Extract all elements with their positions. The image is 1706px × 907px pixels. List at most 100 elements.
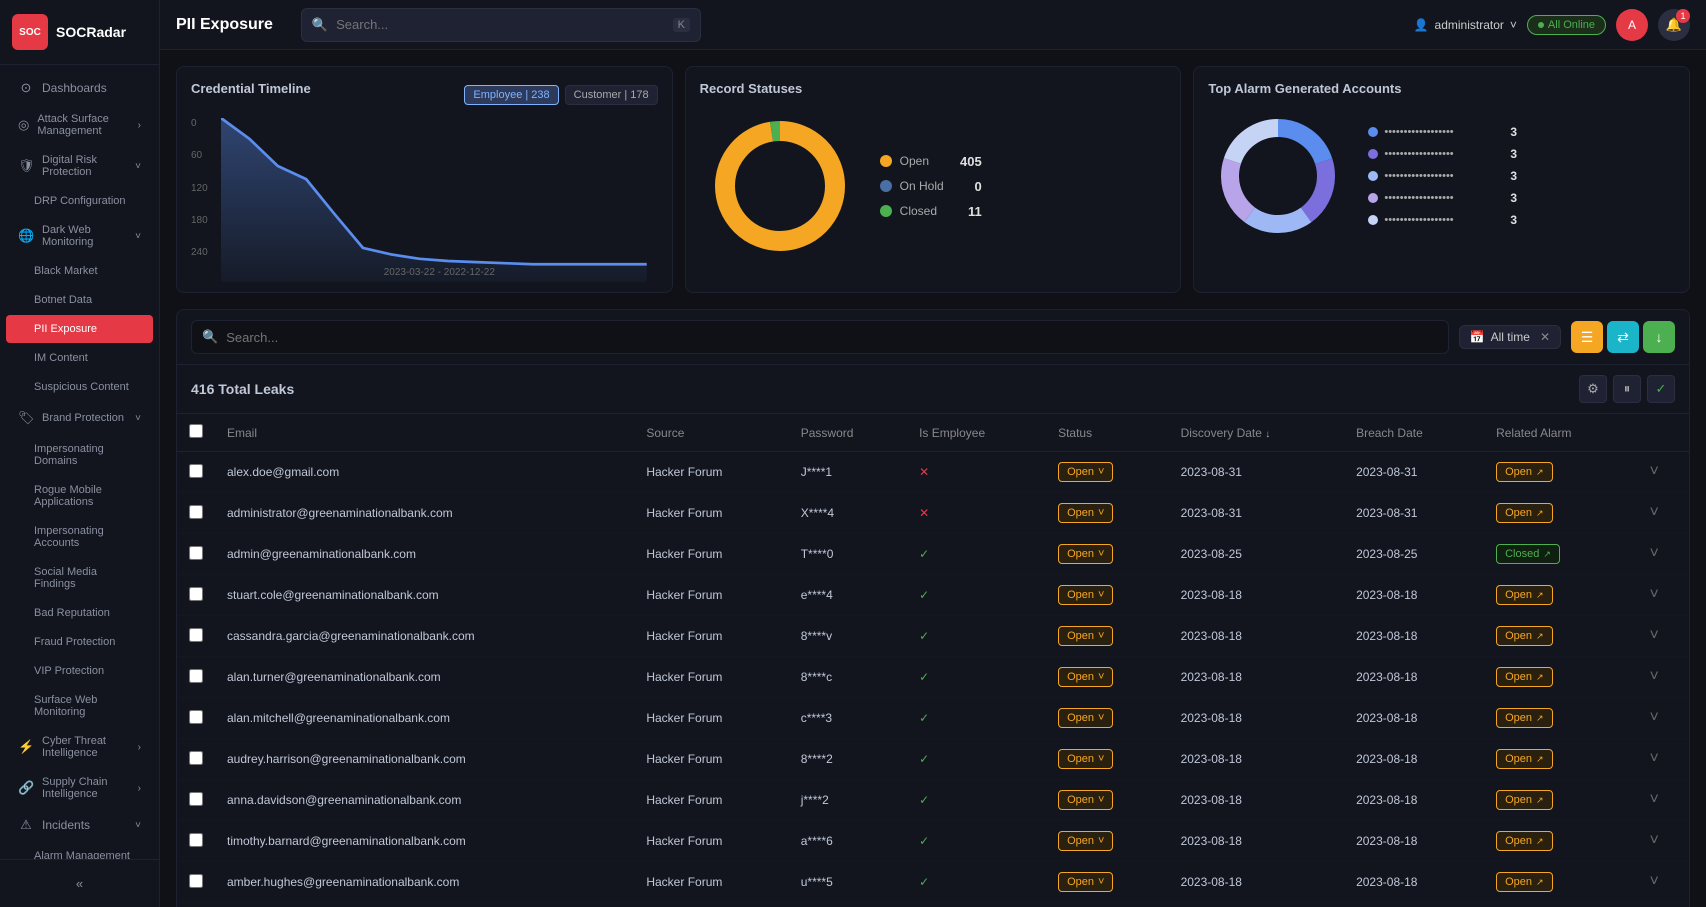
alarm-badge[interactable]: Open ↗	[1496, 585, 1552, 605]
discovery-cell: 2023-08-31	[1169, 452, 1345, 493]
filter-btn-orange[interactable]: ☰	[1571, 321, 1603, 353]
expand-row-button[interactable]: ˅	[1649, 750, 1658, 767]
sidebar-item-botnet-data[interactable]: Botnet Data	[6, 286, 153, 314]
sidebar-item-brand-protection[interactable]: 🏷 Brand Protection ˅	[6, 402, 153, 434]
row-checkbox[interactable]	[189, 833, 203, 847]
pause-icon-btn[interactable]: ⏸	[1613, 375, 1641, 403]
chevron-down-icon: ˅	[135, 413, 141, 424]
status-badge[interactable]: Open ˅	[1058, 462, 1113, 482]
filter-icon-btn[interactable]: ⚙	[1579, 375, 1607, 403]
table-row: audrey.harrison@greenaminationalbank.com…	[177, 739, 1689, 780]
employee-check-icon: ✓	[919, 711, 929, 725]
alarm-badge[interactable]: Open ↗	[1496, 626, 1552, 646]
status-badge[interactable]: Open ˅	[1058, 667, 1113, 687]
row-checkbox[interactable]	[189, 792, 203, 806]
sidebar-item-incidents[interactable]: ⚠ Incidents ˅	[6, 809, 153, 841]
source-cell: Hacker Forum	[634, 534, 788, 575]
sidebar-item-impersonating-accounts[interactable]: Impersonating Accounts	[6, 517, 153, 557]
alarm-badge[interactable]: Open ↗	[1496, 708, 1552, 728]
sidebar-item-dashboards[interactable]: ⊙ Dashboards	[6, 72, 153, 104]
alarm-badge[interactable]: Open ↗	[1496, 790, 1552, 810]
table-row: timothy.barnard@greenaminationalbank.com…	[177, 821, 1689, 862]
alarm-cell: Open ↗	[1484, 821, 1637, 862]
expand-row-button[interactable]: ˅	[1649, 791, 1658, 808]
alarm-badge[interactable]: Open ↗	[1496, 462, 1552, 482]
filter-btn-teal[interactable]: ⇄	[1607, 321, 1639, 353]
collapse-button[interactable]: «	[0, 868, 159, 899]
time-filter[interactable]: 📅 All time ✕	[1459, 325, 1561, 349]
global-search-input[interactable]	[336, 17, 664, 32]
sidebar-item-surface-web[interactable]: Surface Web Monitoring	[6, 686, 153, 726]
sidebar-item-suspicious[interactable]: Suspicious Content	[6, 373, 153, 401]
tab-customer[interactable]: Customer | 178	[565, 85, 658, 105]
expand-row-button[interactable]: ˅	[1649, 463, 1658, 480]
sidebar-item-label: Dashboards	[42, 81, 107, 95]
account-item-1: •••••••••••••••••• 3	[1368, 125, 1675, 139]
alarm-badge[interactable]: Open ↗	[1496, 872, 1552, 892]
employee-check-icon: ✓	[919, 793, 929, 807]
alarm-badge[interactable]: Open ↗	[1496, 667, 1552, 687]
email-cell: alan.mitchell@greenaminationalbank.com	[215, 698, 634, 739]
sidebar-item-rogue-mobile[interactable]: Rogue Mobile Applications	[6, 476, 153, 516]
sidebar-item-label: Attack Surface Management	[37, 113, 129, 137]
filter-btn-green[interactable]: ↓	[1643, 321, 1675, 353]
alarm-badge[interactable]: Open ↗	[1496, 749, 1552, 769]
status-badge[interactable]: Open ˅	[1058, 708, 1113, 728]
row-checkbox[interactable]	[189, 505, 203, 519]
sidebar-item-digital-risk[interactable]: 🛡 Digital Risk Protection ˅	[6, 146, 153, 186]
main-area: PII Exposure 🔍 K 👤 administrator ˅ All O…	[160, 0, 1706, 907]
row-checkbox[interactable]	[189, 669, 203, 683]
status-badge[interactable]: Open ˅	[1058, 831, 1113, 851]
status-badge[interactable]: Open ˅	[1058, 544, 1113, 564]
expand-row-button[interactable]: ˅	[1649, 586, 1658, 603]
sidebar-item-vip-protection[interactable]: VIP Protection	[6, 657, 153, 685]
clear-filter-icon[interactable]: ✕	[1540, 330, 1550, 344]
alarm-badge[interactable]: Open ↗	[1496, 503, 1552, 523]
sidebar-item-cyber-threat[interactable]: ⚡ Cyber Threat Intelligence ›	[6, 727, 153, 767]
password-cell: 8****c	[789, 657, 907, 698]
expand-row-button[interactable]: ˅	[1649, 709, 1658, 726]
sidebar-item-im-content[interactable]: IM Content	[6, 344, 153, 372]
sidebar-item-attack-surface[interactable]: ◎ Attack Surface Management ›	[6, 105, 153, 145]
status-badge[interactable]: Open ˅	[1058, 503, 1113, 523]
sidebar-item-dark-web[interactable]: 🌐 Dark Web Monitoring ˅	[6, 216, 153, 256]
row-checkbox[interactable]	[189, 710, 203, 724]
row-checkbox[interactable]	[189, 546, 203, 560]
row-checkbox[interactable]	[189, 751, 203, 765]
expand-row-button[interactable]: ˅	[1649, 627, 1658, 644]
avatar[interactable]: A	[1616, 9, 1648, 41]
sidebar-item-social-media[interactable]: Social Media Findings	[6, 558, 153, 598]
sidebar-item-supply-chain[interactable]: 🔗 Supply Chain Intelligence ›	[6, 768, 153, 808]
alarm-badge[interactable]: Open ↗	[1496, 831, 1552, 851]
row-checkbox[interactable]	[189, 874, 203, 888]
sidebar-item-alarm-management[interactable]: Alarm Management	[6, 842, 153, 859]
status-badge[interactable]: Open ˅	[1058, 749, 1113, 769]
breach-cell: 2023-08-31	[1344, 493, 1484, 534]
alarm-badge[interactable]: Closed ↗	[1496, 544, 1560, 564]
select-all-checkbox[interactable]	[189, 424, 203, 438]
status-badge[interactable]: Open ˅	[1058, 790, 1113, 810]
row-checkbox[interactable]	[189, 464, 203, 478]
row-checkbox[interactable]	[189, 628, 203, 642]
status-badge[interactable]: Open ˅	[1058, 872, 1113, 892]
sidebar-item-bad-reputation[interactable]: Bad Reputation	[6, 599, 153, 627]
expand-row-button[interactable]: ˅	[1649, 504, 1658, 521]
sidebar-item-drp-config[interactable]: DRP Configuration	[6, 187, 153, 215]
sidebar-item-fraud-protection[interactable]: Fraud Protection	[6, 628, 153, 656]
expand-row-button[interactable]: ˅	[1649, 545, 1658, 562]
sidebar-item-label: Impersonating Domains	[34, 443, 141, 467]
table-search-input[interactable]	[226, 330, 1437, 345]
expand-row-button[interactable]: ˅	[1649, 668, 1658, 685]
sidebar-item-impersonating-domains[interactable]: Impersonating Domains	[6, 435, 153, 475]
notifications-button[interactable]: 🔔 1	[1658, 9, 1690, 41]
sidebar-item-pii-exposure[interactable]: PII Exposure	[6, 315, 153, 343]
sidebar-item-black-market[interactable]: Black Market	[6, 257, 153, 285]
status-badge[interactable]: Open ˅	[1058, 585, 1113, 605]
expand-row-button[interactable]: ˅	[1649, 873, 1658, 890]
row-checkbox[interactable]	[189, 587, 203, 601]
check-icon-btn[interactable]: ✓	[1647, 375, 1675, 403]
tab-employee[interactable]: Employee | 238	[464, 85, 558, 105]
expand-row-button[interactable]: ˅	[1649, 832, 1658, 849]
status-badge[interactable]: Open ˅	[1058, 626, 1113, 646]
discovery-cell: 2023-08-18	[1169, 616, 1345, 657]
